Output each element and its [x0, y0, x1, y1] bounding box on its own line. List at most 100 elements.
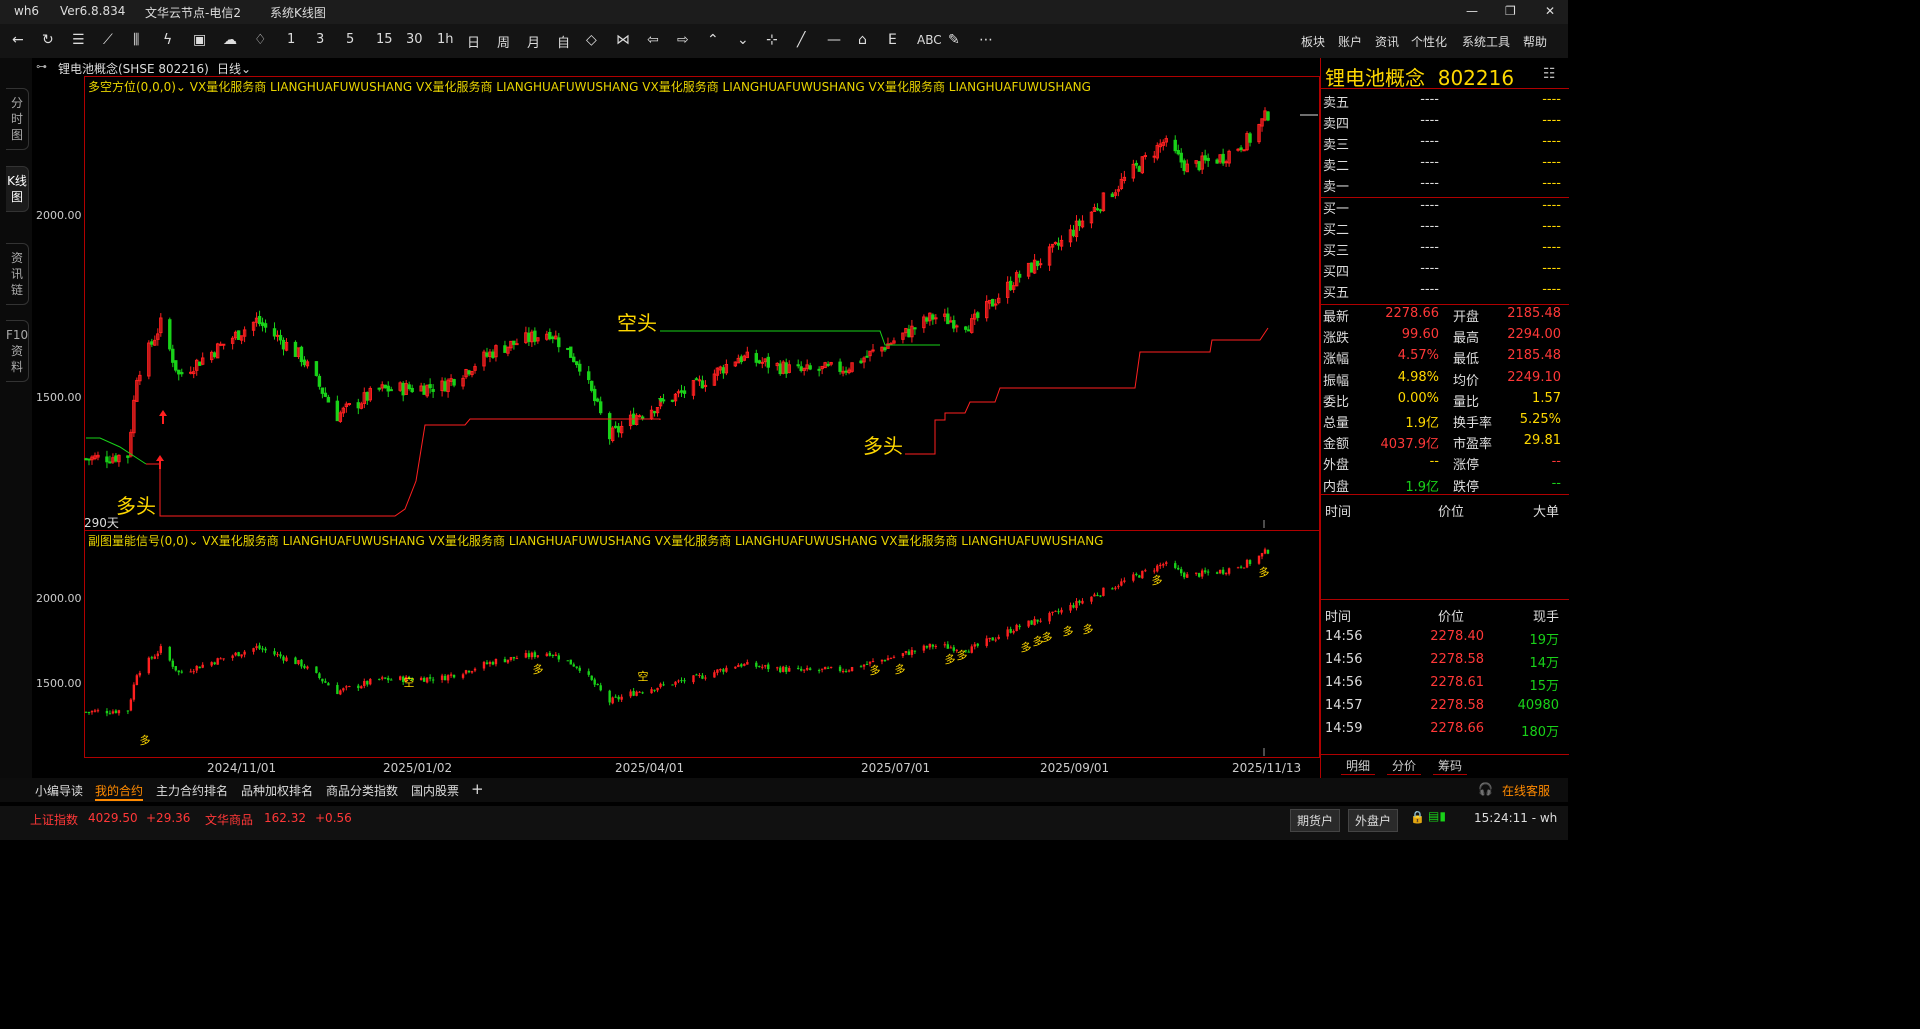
candle-body [431, 389, 435, 392]
sub-candle-body [93, 710, 97, 712]
quote-row: 买四 ---- ---- [1321, 261, 1569, 282]
candle-body [317, 375, 322, 387]
menu-item[interactable]: 账户 [1338, 33, 1362, 50]
quote-row: 涨跌 99.60 最高 2294.00 [1321, 327, 1569, 348]
bottom-tab[interactable]: 品种加权排名 [241, 782, 313, 799]
sub-candle-body [306, 666, 309, 669]
lock-icon[interactable]: 🔒 [1410, 810, 1425, 824]
candle-body [512, 340, 516, 345]
sub-candle-body [572, 664, 575, 667]
menu-item[interactable]: 资讯 [1375, 33, 1399, 50]
quote-row: 卖三 ---- ---- [1321, 134, 1569, 155]
sub-candle-body [551, 655, 555, 657]
sub-candle-body [796, 667, 800, 669]
sub-candle-body [449, 674, 453, 676]
bid-volume: ---- [1542, 198, 1561, 213]
sub-candle-body [252, 648, 255, 652]
sub-signal-mark: 多 [1152, 573, 1163, 587]
menu-item[interactable]: 帮助 [1523, 33, 1547, 50]
stat-label: 委比 [1323, 394, 1350, 410]
col-header: 价位 [1437, 610, 1464, 625]
restore-icon[interactable]: ❐ [1505, 4, 1516, 18]
foreign-account-button[interactable]: 外盘户 [1348, 809, 1399, 832]
sub-candle-body [761, 666, 764, 668]
stat-label: 涨跌 [1323, 331, 1350, 347]
sub-candle-body [1033, 619, 1036, 626]
candle-body [1224, 161, 1228, 164]
sub-candle-body [1183, 572, 1186, 578]
sub-candle-body [847, 670, 851, 672]
sub-candle-body [114, 710, 118, 713]
sub-candle-body [1263, 549, 1267, 554]
sub-candle-body [135, 675, 139, 686]
bottom-tab[interactable]: 国内股票 [411, 782, 459, 799]
candle-body [527, 332, 531, 342]
sub-candle-body [1174, 563, 1177, 568]
online-service-link[interactable]: 在线客服 [1502, 782, 1550, 799]
sub-candle-body [1030, 620, 1033, 625]
sub-candle-body [1260, 553, 1264, 557]
sub-candle-body [360, 686, 363, 689]
sub-candle-body [548, 652, 552, 656]
sub-candle-body [90, 711, 94, 713]
candle-body [1203, 155, 1207, 161]
sub-candle-body [1242, 567, 1246, 569]
headset-icon[interactable]: 🎧 [1478, 782, 1493, 796]
bottom-tab[interactable]: 主力合约排名 [156, 782, 228, 799]
quote-row: 买三 ---- ---- [1321, 240, 1569, 261]
candle-body [260, 322, 265, 326]
sub-candle-body [150, 657, 154, 659]
sub-candle-body [446, 675, 450, 681]
candle-body [257, 316, 262, 325]
sub-candle-body [147, 657, 151, 674]
sub-candle-body [904, 651, 908, 653]
candle-body [784, 362, 788, 374]
menu-item[interactable]: 个性化 [1411, 33, 1447, 50]
bid-volume: ---- [1542, 219, 1561, 234]
candle-body [637, 415, 642, 418]
sub-candle-body [808, 668, 812, 670]
stat-value: -- [1551, 454, 1561, 470]
quote-tab[interactable]: 分价 [1387, 757, 1422, 775]
minimize-icon[interactable]: — [1466, 4, 1478, 18]
add-tab-icon[interactable]: + [471, 780, 484, 798]
sub-candle-body [671, 684, 674, 686]
menu-icon[interactable]: ☷ [1543, 66, 1556, 82]
quote-tab[interactable]: 明细 [1341, 757, 1376, 775]
ask-volume: ---- [1542, 113, 1561, 128]
sub-candle-body [970, 646, 973, 653]
sub-candle-body [725, 667, 728, 672]
menu-item[interactable]: 系统工具 [1462, 33, 1510, 50]
candle-body [377, 387, 381, 390]
sub-candle-body [740, 664, 743, 667]
bottom-tab[interactable]: 小编导读 [35, 782, 83, 799]
sub-candle-body [593, 679, 596, 685]
kline-chart[interactable]: 多多空空多多多 多多 多多多多多多 [0, 0, 1320, 778]
ask-volume: ---- [1542, 92, 1561, 107]
sub-candle-body [1138, 575, 1141, 578]
candle-body [171, 348, 175, 363]
sub-candle-body [1054, 610, 1057, 612]
candle-body [569, 346, 573, 358]
sub-candle-body [177, 670, 180, 673]
sub-candle-body [802, 669, 806, 671]
sub-candle-body [692, 675, 695, 683]
quote-tab[interactable]: 筹码 [1433, 757, 1468, 775]
bottom-tab[interactable]: 商品分类指数 [326, 782, 398, 799]
quote-name: 锂电池概念 [1325, 66, 1425, 90]
bid-label: 买一 [1323, 202, 1350, 217]
tick-time: 14:56 [1325, 629, 1363, 644]
candle-body [272, 328, 277, 337]
close-icon[interactable]: ✕ [1545, 4, 1555, 18]
quote-code: 802216 [1437, 66, 1515, 90]
index1-change: +29.36 [146, 811, 191, 825]
candle-body [964, 326, 968, 330]
sub-candle-body [734, 666, 737, 669]
futures-account-button[interactable]: 期货户 [1290, 809, 1341, 832]
bid-volume: ---- [1542, 282, 1561, 297]
sub-candle-body [569, 659, 572, 665]
sub-candle-body [746, 662, 749, 665]
sub-candle-body [1114, 587, 1117, 589]
sub-candle-body [1248, 560, 1252, 565]
bottom-tab[interactable]: 我的合约 [95, 782, 144, 801]
